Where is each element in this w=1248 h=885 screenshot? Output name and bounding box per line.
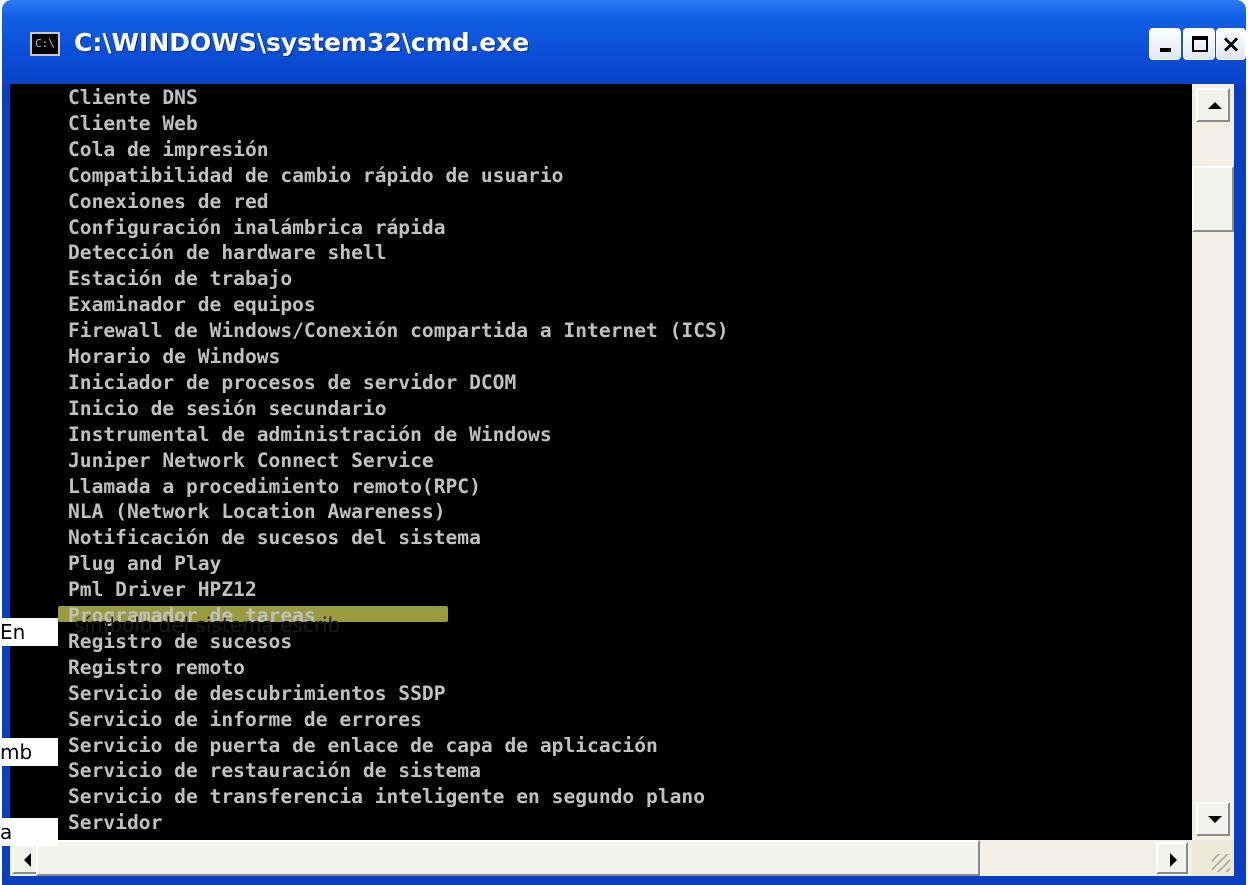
vertical-scroll-thumb[interactable] xyxy=(1192,166,1234,232)
console-line: Estación de trabajo xyxy=(68,267,293,291)
resize-grip-icon xyxy=(1212,854,1230,872)
cmd-app-icon[interactable]: C:\ xyxy=(30,32,60,56)
console-line: Pml Driver HPZ12 xyxy=(68,578,257,602)
close-button[interactable]: × xyxy=(1216,28,1246,60)
overlay-text-1: En xyxy=(0,620,26,644)
console-line: Plug and Play xyxy=(68,552,222,576)
console-line: Configuración inalámbrica rápida xyxy=(68,215,446,239)
arrow-right-icon xyxy=(1170,853,1177,867)
arrow-down-icon xyxy=(1208,816,1222,823)
arrow-up-icon xyxy=(1208,102,1222,109)
console-line: Compatibilidad de cambio rápido de usuar… xyxy=(68,163,564,187)
console-line: Servicio de restauración de sistema xyxy=(68,759,481,783)
console-line: Firewall de Windows/Conexión compartida … xyxy=(68,319,729,343)
minimize-icon xyxy=(1150,29,1180,59)
console-output[interactable]: Cliente DNS Cliente Web Cola de impresión C… xyxy=(10,84,1192,840)
close-icon: × xyxy=(1220,30,1242,58)
console-line: Servicio de puerta de enlace de capa de … xyxy=(68,733,658,757)
console-line: Juniper Network Connect Service xyxy=(68,448,434,472)
console-line: Registro remoto xyxy=(68,655,245,679)
console-line: Inicio de sesión secundario xyxy=(68,396,387,420)
console-line: Examinador de equipos xyxy=(68,293,316,317)
console-line: Iniciador de procesos de servidor DCOM xyxy=(68,370,517,394)
resize-grip[interactable] xyxy=(1192,840,1234,876)
console-line: Servicio de descubrimientos SSDP xyxy=(68,681,446,705)
console-line: Cliente Web xyxy=(68,111,198,135)
console-line: Cliente DNS xyxy=(68,86,198,109)
overlay-text-3: a xyxy=(0,820,13,844)
arrow-left-icon xyxy=(24,853,31,867)
scroll-right-button[interactable] xyxy=(1156,842,1188,874)
overlay-text-2: mb xyxy=(0,740,33,764)
console-line: Instrumental de administración de Window… xyxy=(68,422,552,446)
console-line: Servicio de transferencia inteligente en… xyxy=(68,785,706,809)
window-title: C:\WINDOWS\system32\cmd.exe xyxy=(74,28,530,57)
scroll-up-button[interactable] xyxy=(1196,88,1230,122)
title-bar[interactable]: C:\ C:\WINDOWS\system32\cmd.exe × xyxy=(2,0,1246,84)
console-line: Horario de Windows xyxy=(68,345,281,368)
console-line: Cola de impresión xyxy=(68,137,269,161)
maximize-icon xyxy=(1184,29,1214,59)
horizontal-scroll-thumb[interactable] xyxy=(36,840,980,876)
maximize-button[interactable] xyxy=(1183,28,1215,60)
console-line: Notificación de sucesos del sistema xyxy=(68,526,481,550)
console-line: Conexiones de red xyxy=(68,189,269,213)
minimize-button[interactable] xyxy=(1149,28,1181,60)
overlay-text-1b: símbolo del sistema escrib xyxy=(74,613,341,637)
scroll-down-button[interactable] xyxy=(1196,802,1230,836)
console-line: Servidor xyxy=(68,811,163,835)
console-line: Llamada a procedimiento remoto(RPC) xyxy=(68,474,481,498)
console-line: NLA (Network Location Awareness) xyxy=(68,500,446,524)
console-line: Servicio de informe de errores xyxy=(68,707,422,731)
console-line: Detección de hardware shell xyxy=(68,241,387,265)
